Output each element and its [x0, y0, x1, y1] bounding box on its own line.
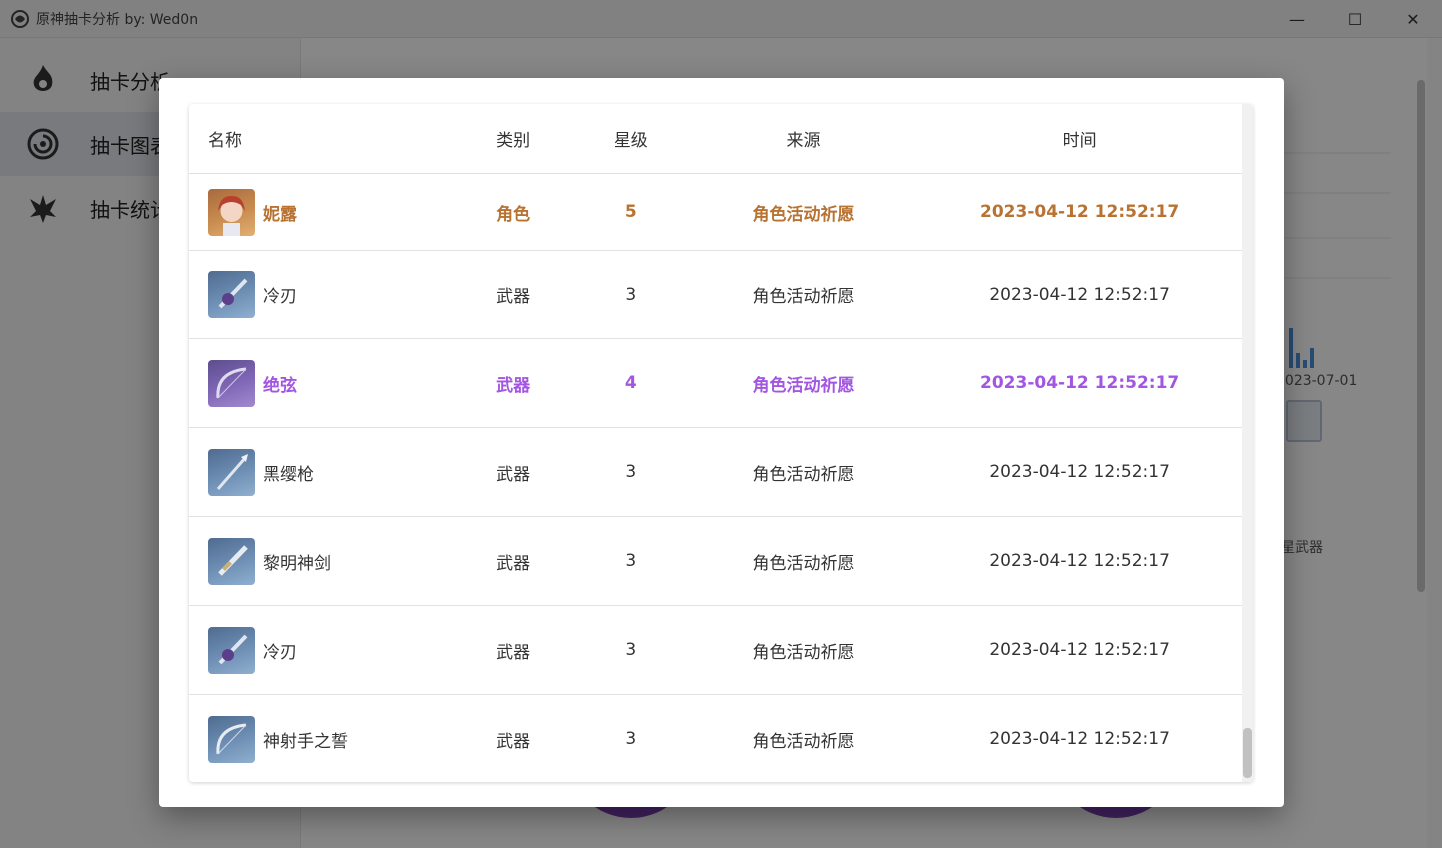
- item-star: 4: [624, 373, 637, 393]
- item-time: 2023-04-12 12:52:17: [989, 729, 1170, 749]
- spear-icon: [208, 448, 255, 496]
- item-star: 3: [625, 284, 637, 305]
- item-star: 3: [625, 462, 637, 482]
- header-time[interactable]: 时间: [917, 126, 1242, 151]
- item-name: 黑缨枪: [263, 464, 314, 485]
- item-star: 5: [624, 202, 637, 222]
- item-source: 角色活动祈愿: [752, 553, 855, 574]
- item-source: 角色活动祈愿: [752, 204, 855, 225]
- nilou-avatar-icon: [208, 188, 255, 236]
- item-type: 武器: [496, 642, 531, 663]
- header-star[interactable]: 星级: [572, 126, 690, 151]
- item-type: 角色: [496, 204, 531, 225]
- sword-icon: [208, 271, 255, 318]
- item-time: 2023-04-12 12:52:17: [980, 373, 1180, 393]
- table-row[interactable]: 妮露 角色 5 角色活动祈愿 2023-04-12 12:52:17: [189, 174, 1242, 251]
- header-type[interactable]: 类别: [454, 126, 572, 151]
- item-time: 2023-04-12 12:52:17: [980, 202, 1180, 222]
- item-name: 冷刃: [263, 642, 297, 663]
- header-name[interactable]: 名称: [189, 126, 454, 151]
- item-source: 角色活动祈愿: [752, 731, 855, 752]
- table-row[interactable]: 冷刃 武器 3 角色活动祈愿 2023-04-12 12:52:17: [189, 606, 1242, 695]
- sword-icon: [208, 537, 255, 585]
- table-row[interactable]: 黎明神剑 武器 3 角色活动祈愿 2023-04-12 12:52:17: [189, 517, 1242, 606]
- item-name: 妮露: [263, 204, 297, 225]
- item-source: 角色活动祈愿: [752, 375, 855, 396]
- bow-icon: [208, 715, 255, 763]
- item-type: 武器: [496, 464, 531, 485]
- item-time: 2023-04-12 12:52:17: [989, 640, 1170, 660]
- table-body: 妮露 角色 5 角色活动祈愿 2023-04-12 12:52:17 冷刃 武器…: [189, 174, 1242, 782]
- item-type: 武器: [496, 731, 531, 752]
- table-row[interactable]: 绝弦 武器 4 角色活动祈愿 2023-04-12 12:52:17: [189, 339, 1242, 428]
- table-row[interactable]: 冷刃 武器 3 角色活动祈愿 2023-04-12 12:52:17: [189, 251, 1242, 339]
- table-row[interactable]: 黑缨枪 武器 3 角色活动祈愿 2023-04-12 12:52:17: [189, 428, 1242, 517]
- item-time: 2023-04-12 12:52:17: [989, 551, 1170, 571]
- item-name: 冷刃: [263, 287, 297, 307]
- item-type: 武器: [496, 375, 531, 396]
- table-header: 名称 类别 星级 来源 时间: [189, 104, 1242, 174]
- item-source: 角色活动祈愿: [752, 464, 855, 485]
- item-time: 2023-04-12 12:52:17: [989, 284, 1170, 305]
- item-star: 3: [625, 729, 637, 749]
- item-name: 绝弦: [263, 375, 297, 396]
- item-source: 角色活动祈愿: [752, 287, 855, 307]
- item-time: 2023-04-12 12:52:17: [989, 462, 1170, 482]
- sword-icon: [208, 626, 255, 674]
- bow-icon: [208, 359, 255, 407]
- history-table: 名称 类别 星级 来源 时间 妮露 角色 5 角色活动祈愿 2023-04-12…: [189, 104, 1253, 782]
- table-scrollbar-track[interactable]: [1242, 104, 1253, 782]
- table-row[interactable]: 神射手之誓 武器 3 角色活动祈愿 2023-04-12 12:52:17: [189, 695, 1242, 782]
- item-star: 3: [625, 551, 637, 571]
- table-scrollbar-thumb[interactable]: [1243, 728, 1252, 778]
- item-star: 3: [625, 640, 637, 660]
- header-source[interactable]: 来源: [690, 126, 918, 151]
- history-dialog: 名称 类别 星级 来源 时间 妮露 角色 5 角色活动祈愿 2023-04-12…: [159, 78, 1284, 807]
- item-source: 角色活动祈愿: [752, 642, 855, 663]
- item-name: 黎明神剑: [263, 553, 331, 574]
- item-type: 武器: [496, 287, 531, 307]
- item-name: 神射手之誓: [263, 731, 348, 752]
- item-type: 武器: [496, 553, 531, 574]
